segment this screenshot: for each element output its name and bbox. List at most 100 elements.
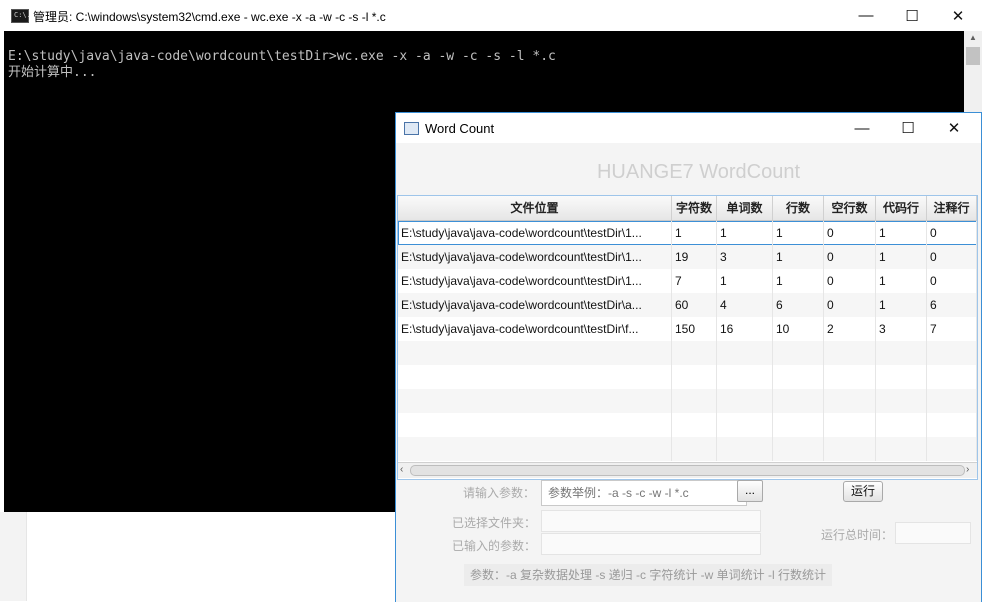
table-cell <box>927 437 977 461</box>
table-cell: 4 <box>717 293 773 317</box>
table-cell: 0 <box>824 245 876 269</box>
table-cell: 1 <box>773 269 824 293</box>
scrollbar-thumb[interactable] <box>966 47 980 65</box>
empty-table-row[interactable] <box>398 389 977 413</box>
table-row[interactable]: E:\study\java\java-code\wordcount\testDi… <box>398 221 977 245</box>
scroll-up-arrow-icon[interactable]: ▲ <box>964 33 982 45</box>
param-hint-text: 参数：-a 复杂数据处理 -s 递归 -c 字符统计 -w 单词统计 -l 行数… <box>464 564 832 586</box>
column-header[interactable]: 文件位置 <box>398 196 672 220</box>
empty-table-row[interactable] <box>398 413 977 437</box>
table-cell: E:\study\java\java-code\wordcount\testDi… <box>398 245 672 269</box>
table-cell: 7 <box>672 269 717 293</box>
table-cell <box>398 365 672 389</box>
browse-button[interactable]: ... <box>737 480 763 502</box>
table-cell <box>672 365 717 389</box>
column-header[interactable]: 注释行 <box>927 196 977 220</box>
empty-table-row[interactable] <box>398 341 977 365</box>
table-cell <box>824 365 876 389</box>
scroll-right-arrow-icon[interactable]: › <box>966 464 969 475</box>
console-line: E:\study\java\java-code\wordcount\testDi… <box>8 49 556 64</box>
table-row[interactable]: E:\study\java\java-code\wordcount\testDi… <box>398 317 977 341</box>
app-heading: HUANGE7 WordCount <box>596 161 801 183</box>
column-header[interactable]: 字符数 <box>672 196 717 220</box>
wordcount-maximize-button[interactable]: ☐ <box>885 113 931 143</box>
table-cell: 10 <box>773 317 824 341</box>
table-cell: E:\study\java\java-code\wordcount\testDi… <box>398 269 672 293</box>
wordcount-minimize-button[interactable]: — <box>839 113 885 143</box>
table-cell: 3 <box>717 245 773 269</box>
table-cell <box>824 413 876 437</box>
table-cell: 6 <box>927 293 977 317</box>
console-line: 开始计算中... <box>8 65 97 80</box>
table-cell <box>927 413 977 437</box>
table-cell <box>672 341 717 365</box>
table-cell <box>773 389 824 413</box>
table-cell <box>773 365 824 389</box>
table-cell: 1 <box>773 245 824 269</box>
wordcount-titlebar[interactable]: Word Count — ☐ ✕ <box>396 113 981 143</box>
scrollbar-thumb[interactable] <box>410 465 965 476</box>
cmd-close-button[interactable]: ✕ <box>935 0 981 31</box>
run-button[interactable]: 运行 <box>843 481 883 502</box>
table-cell <box>927 389 977 413</box>
table-cell: 16 <box>717 317 773 341</box>
table-row[interactable]: E:\study\java\java-code\wordcount\testDi… <box>398 245 977 269</box>
minimize-icon: — <box>858 7 874 24</box>
cmd-icon-text: C:\. <box>14 11 31 19</box>
table-cell <box>672 437 717 461</box>
table-cell: 19 <box>672 245 717 269</box>
table-cell: 0 <box>927 269 977 293</box>
wordcount-window-title: Word Count <box>425 121 495 136</box>
horizontal-scrollbar[interactable]: ‹ › <box>398 462 977 478</box>
table-cell: 1 <box>876 221 927 245</box>
table-cell: 1 <box>773 221 824 245</box>
cmd-maximize-button[interactable]: ☐ <box>889 0 935 31</box>
table-cell: 1 <box>672 221 717 245</box>
table-cell: 1 <box>876 269 927 293</box>
table-cell <box>672 413 717 437</box>
table-body[interactable]: E:\study\java\java-code\wordcount\testDi… <box>398 221 977 462</box>
param-input[interactable] <box>541 480 747 506</box>
column-header[interactable]: 单词数 <box>717 196 773 220</box>
table-cell <box>927 365 977 389</box>
table-cell: 1 <box>717 269 773 293</box>
selected-folder-label: 已选择文件夹： <box>452 516 537 530</box>
table-cell: 1 <box>876 293 927 317</box>
table-cell: 0 <box>927 221 977 245</box>
total-time-field <box>895 522 971 544</box>
scroll-left-arrow-icon[interactable]: ‹ <box>400 464 403 475</box>
table-cell <box>876 341 927 365</box>
minimize-icon: — <box>854 119 870 137</box>
selected-folder-field <box>541 510 761 532</box>
close-icon: ✕ <box>947 120 961 137</box>
cmd-minimize-button[interactable]: — <box>843 0 889 31</box>
table-cell: 1 <box>717 221 773 245</box>
results-table[interactable]: 文件位置 字符数 单词数 行数 空行数 代码行 注释行 E:\study\java\java… <box>397 195 978 480</box>
table-row[interactable]: E:\study\java\java-code\wordcount\testDi… <box>398 269 977 293</box>
entered-params-label: 已输入的参数： <box>452 539 537 553</box>
table-cell <box>824 341 876 365</box>
table-cell: 1 <box>876 245 927 269</box>
empty-table-row[interactable] <box>398 437 977 461</box>
table-cell <box>717 437 773 461</box>
cmd-titlebar[interactable]: C:\. 管理员: C:\windows\system32\cmd.exe - … <box>0 0 984 31</box>
wordcount-window: Word Count — ☐ ✕ HUANGE7 WordCount 文件位置字… <box>395 112 982 602</box>
close-icon: ✕ <box>951 7 965 25</box>
table-row[interactable]: E:\study\java\java-code\wordcount\testDi… <box>398 293 977 317</box>
table-cell <box>876 413 927 437</box>
table-cell <box>773 413 824 437</box>
table-cell <box>717 413 773 437</box>
param-label: 请输入参数： <box>463 486 536 500</box>
table-cell <box>398 413 672 437</box>
entered-params-field <box>541 533 761 555</box>
maximize-icon: ☐ <box>901 120 915 137</box>
empty-table-row[interactable] <box>398 365 977 389</box>
table-cell <box>773 437 824 461</box>
table-cell <box>717 365 773 389</box>
table-cell: 2 <box>824 317 876 341</box>
column-header[interactable]: 行数 <box>773 196 824 220</box>
cmd-window-title: 管理员: C:\windows\system32\cmd.exe - wc.ex… <box>33 10 386 24</box>
column-header[interactable]: 代码行 <box>876 196 927 220</box>
wordcount-close-button[interactable]: ✕ <box>931 113 977 143</box>
column-header[interactable]: 空行数 <box>824 196 876 220</box>
